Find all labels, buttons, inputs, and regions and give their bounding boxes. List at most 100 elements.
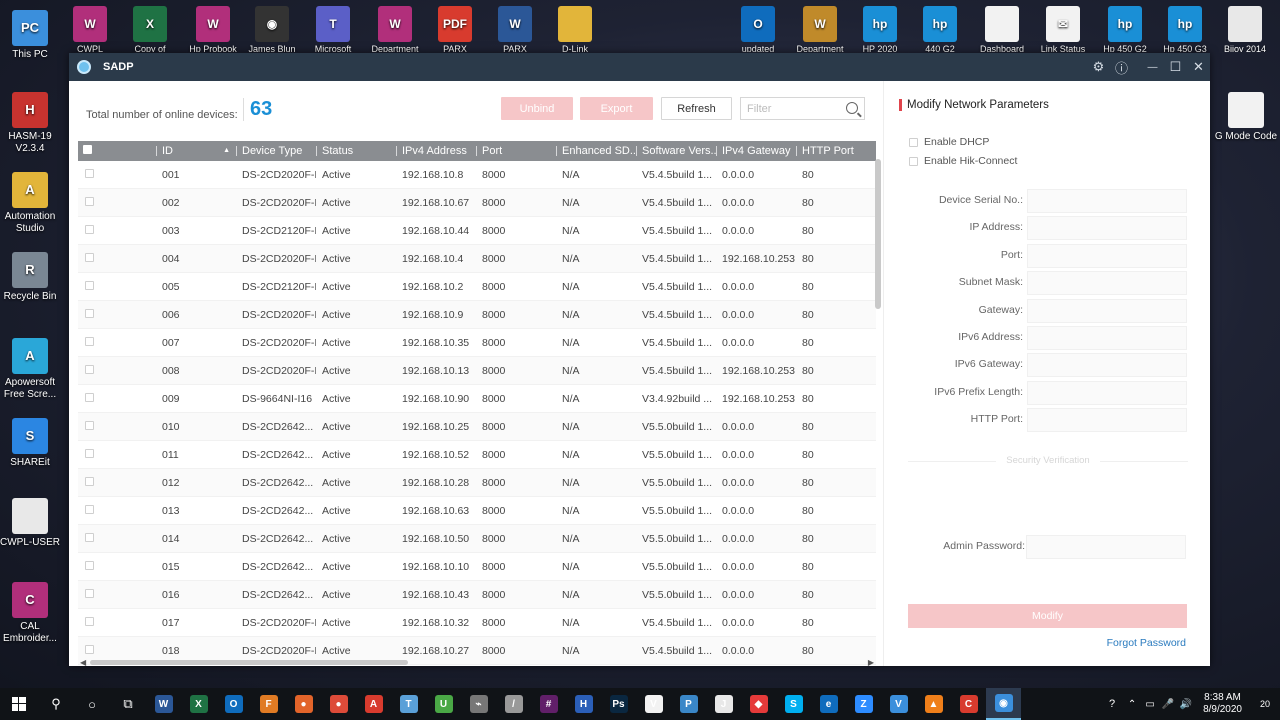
task-view-icon[interactable]: ⧉ [110, 688, 146, 720]
table-row[interactable]: 010 DS-2CD2642... Active 192.168.10.25 8000 N… [78, 413, 876, 441]
row-checkbox[interactable] [85, 252, 94, 262]
zoom-taskbar[interactable]: Z [846, 688, 881, 720]
start-button[interactable] [0, 688, 38, 720]
desktop-icon-g-mode-code[interactable]: G Mode Code [1214, 92, 1278, 143]
column-header[interactable]: IPv4 Address [396, 141, 476, 161]
modify-button[interactable]: Modify [908, 604, 1187, 628]
desktop-icon-hp-450-g3[interactable]: hp Hp 450 G3 [1155, 6, 1215, 52]
refresh-button[interactable]: Refresh [661, 97, 732, 120]
ipv6-gateway-field[interactable] [1027, 353, 1187, 378]
maximize-button[interactable]: ☐ [1164, 53, 1187, 81]
row-checkbox[interactable] [85, 532, 94, 542]
pen-taskbar[interactable]: / [496, 688, 531, 720]
volume-icon[interactable]: 🔊 [1177, 688, 1195, 720]
java-taskbar[interactable]: J [706, 688, 741, 720]
table-row[interactable]: 008 DS-2CD2020F-I Active 192.168.10.13 8000 N… [78, 357, 876, 385]
acrobat-taskbar[interactable]: A [356, 688, 391, 720]
search-icon[interactable] [846, 102, 858, 114]
forgot-password-link[interactable]: Forgot Password [1107, 637, 1186, 649]
device-serial-field[interactable] [1027, 189, 1187, 213]
desktop-icon-hp-2020[interactable]: hp HP 2020 [850, 6, 910, 52]
table-row[interactable]: 007 DS-2CD2020F-I Active 192.168.10.35 8000 N… [78, 329, 876, 357]
row-checkbox[interactable] [85, 448, 94, 458]
table-row[interactable]: 017 DS-2CD2020F-I Active 192.168.10.32 8000 N… [78, 609, 876, 637]
ipv6-prefix-field[interactable] [1027, 380, 1187, 405]
row-checkbox[interactable] [85, 616, 94, 626]
network-icon[interactable]: ▭ [1141, 688, 1159, 720]
enable-dhcp-checkbox[interactable] [909, 137, 918, 147]
h-app-taskbar[interactable]: H [566, 688, 601, 720]
microphone-icon[interactable]: 🎤 [1159, 688, 1177, 720]
row-checkbox[interactable] [85, 168, 94, 178]
row-checkbox[interactable] [85, 476, 94, 486]
slack-taskbar[interactable]: # [531, 688, 566, 720]
table-row[interactable]: 005 DS-2CD2120F-I Active 192.168.10.2 8000 N/… [78, 273, 876, 301]
desktop-icon-dashboard[interactable]: Dashboard [972, 6, 1032, 52]
firefox-taskbar[interactable]: ● [286, 688, 321, 720]
desktop-icon-link-status[interactable]: ✉ Link Status [1033, 6, 1093, 52]
table-row[interactable]: 009 DS-9664NI-I16 Active 192.168.10.90 8000 N… [78, 385, 876, 413]
skype-taskbar[interactable]: S [776, 688, 811, 720]
table-row[interactable]: 004 DS-2CD2020F-I Active 192.168.10.4 8000 N/… [78, 245, 876, 273]
http-port-field[interactable] [1027, 408, 1187, 433]
desktop-icon-department-1[interactable]: W Department [365, 6, 425, 52]
desktop-icon-copy-of[interactable]: X Copy of [120, 6, 180, 52]
desktop-icon-microsoft-teams[interactable]: T Microsoft [303, 6, 363, 52]
file-manager-taskbar[interactable]: F [251, 688, 286, 720]
info-icon[interactable]: ⓘ [1110, 53, 1133, 81]
vlc-taskbar[interactable]: ▲ [916, 688, 951, 720]
vpn-taskbar[interactable]: V [881, 688, 916, 720]
subnet-mask-field[interactable] [1027, 271, 1187, 296]
table-row[interactable]: 012 DS-2CD2642... Active 192.168.10.28 8000 N… [78, 469, 876, 497]
horizontal-scrollbar[interactable]: ◀ ▶ [78, 658, 876, 667]
cortana-icon[interactable]: ○ [74, 688, 110, 720]
desktop-icon-hp-probook[interactable]: W Hp Probook [183, 6, 243, 52]
filter-input[interactable]: Filter [740, 97, 865, 120]
table-row[interactable]: 014 DS-2CD2642... Active 192.168.10.50 8000 N… [78, 525, 876, 553]
desktop-icon-bijoy-2014[interactable]: Bijoy 2014 [1215, 6, 1275, 52]
word-taskbar[interactable]: W [146, 688, 181, 720]
settings-icon[interactable]: ⚙ [1087, 53, 1110, 81]
table-row[interactable]: 002 DS-2CD2020F-I Active 192.168.10.67 8000 N… [78, 189, 876, 217]
select-all-checkbox[interactable] [83, 145, 92, 154]
row-checkbox[interactable] [85, 224, 94, 234]
desktop-icon-440-g2[interactable]: hp 440 G2 [910, 6, 970, 52]
help-icon[interactable]: ? [1101, 688, 1123, 720]
tool-taskbar[interactable]: T [391, 688, 426, 720]
desktop-icon-cal-embroider[interactable]: C CAL Embroider... [0, 582, 62, 645]
vnc-taskbar[interactable]: V [636, 688, 671, 720]
desktop-icon-department-2[interactable]: W Department [790, 6, 850, 52]
utorrent-taskbar[interactable]: U [426, 688, 461, 720]
desktop-icon-hasm-19[interactable]: H HASM-19 V2.3.4 [0, 92, 62, 155]
column-header[interactable]: Status [316, 141, 396, 161]
column-header[interactable]: Device Type [236, 141, 316, 161]
column-header[interactable]: Port [476, 141, 556, 161]
unbind-button[interactable]: Unbind [501, 97, 573, 120]
table-row[interactable]: 006 DS-2CD2020F-I Active 192.168.10.9 8000 N/… [78, 301, 876, 329]
desktop-icon-this-pc[interactable]: PC This PC [0, 10, 62, 61]
desktop-icon-hp-450-g2-a[interactable]: hp Hp 450 G2 [1095, 6, 1155, 52]
row-checkbox[interactable] [85, 504, 94, 514]
row-checkbox[interactable] [85, 420, 94, 430]
row-checkbox[interactable] [85, 364, 94, 374]
paint-taskbar[interactable]: P [671, 688, 706, 720]
port-field[interactable] [1027, 243, 1187, 268]
table-row[interactable]: 015 DS-2CD2642... Active 192.168.10.10 8000 N… [78, 553, 876, 581]
ipv6-address-field[interactable] [1027, 326, 1187, 350]
desktop-icon-recycle-bin[interactable]: R Recycle Bin [0, 252, 62, 303]
outlook-taskbar[interactable]: O [216, 688, 251, 720]
vertical-scrollbar[interactable] [875, 159, 881, 309]
gateway-field[interactable] [1027, 298, 1187, 323]
row-checkbox[interactable] [85, 336, 94, 346]
desktop-icon-automation-studio[interactable]: A Automation Studio [0, 172, 62, 235]
scroll-left-icon[interactable]: ◀ [80, 658, 86, 667]
ip-address-field[interactable] [1027, 216, 1187, 241]
enable-dhcp-option[interactable]: Enable DHCP [909, 136, 989, 148]
table-row[interactable]: 011 DS-2CD2642... Active 192.168.10.52 8000 N… [78, 441, 876, 469]
enable-hik-connect-checkbox[interactable] [909, 156, 918, 166]
row-checkbox[interactable] [85, 196, 94, 206]
clock[interactable]: 8:38 AM 8/9/2020 [1195, 692, 1250, 716]
export-button[interactable]: Export [580, 97, 653, 120]
title-bar[interactable]: SADP ⚙ ⓘ — ☐ ✕ [69, 53, 1210, 81]
desktop-icon-d-link[interactable]: D-Link [545, 6, 605, 52]
